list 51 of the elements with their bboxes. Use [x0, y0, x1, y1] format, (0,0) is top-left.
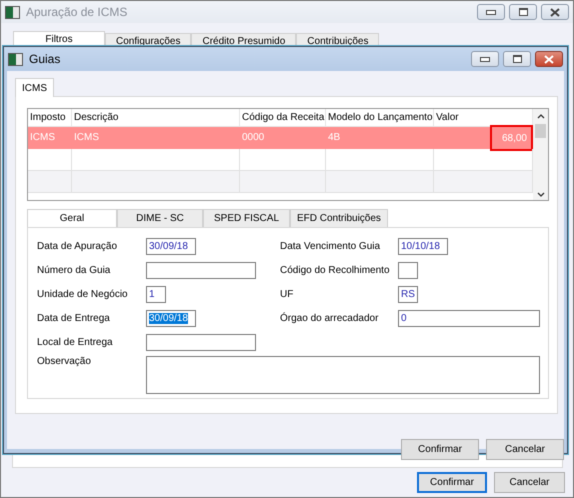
scrollbar[interactable] [533, 109, 548, 200]
table-cell: 0000 [240, 127, 326, 149]
input-field[interactable] [146, 262, 256, 278]
field-label: Órgao do arrecadador [280, 312, 380, 324]
field-label: Observação [37, 356, 92, 367]
input-field[interactable]: 0 [398, 310, 540, 326]
field-label: Unidade de Negócio [37, 288, 129, 300]
close-button[interactable] [535, 51, 563, 67]
text-area[interactable] [146, 356, 540, 394]
input-field[interactable]: 30/09/18 [146, 310, 196, 326]
input-field[interactable]: 10/10/18 [398, 238, 448, 254]
close-icon [544, 54, 554, 64]
confirm-button[interactable]: Confirmar [401, 439, 479, 460]
maximize-button[interactable] [509, 4, 537, 20]
field-label: Data de Apuração [37, 240, 118, 252]
tab[interactable]: Filtros [13, 31, 105, 45]
scroll-up-icon[interactable] [536, 114, 544, 119]
input-field[interactable]: 1 [146, 286, 166, 302]
minimize-button[interactable] [471, 51, 499, 67]
tab[interactable]: DIME - SC [117, 209, 203, 227]
window-title: Apuração de ICMS [26, 5, 128, 19]
window-icon [8, 52, 23, 66]
table-cell: ICMS [28, 127, 72, 149]
table-cell: 4B [326, 127, 434, 149]
dialog-title: Guias [29, 52, 62, 66]
table-cell: ICMS [72, 127, 240, 149]
cancel-button[interactable]: Cancelar [494, 472, 565, 493]
tab[interactable]: ICMS [15, 78, 54, 97]
field-label: Data de Entrega [37, 312, 111, 324]
close-icon [550, 8, 560, 16]
table-cell: 68,00 [490, 125, 533, 151]
scrollbar-thumb[interactable] [535, 124, 546, 138]
input-field[interactable] [146, 334, 256, 350]
tab[interactable]: Geral [27, 209, 117, 227]
field-label: Número da Guia [37, 264, 112, 276]
field-label: Data Vencimento Guia [280, 240, 382, 252]
input-field[interactable]: RS [398, 286, 418, 302]
confirm-button[interactable]: Confirmar [417, 472, 487, 493]
field-label: Local de Entrega [37, 336, 114, 348]
tab[interactable]: EFD Contribuições [290, 209, 388, 227]
input-field[interactable] [398, 262, 418, 278]
tab[interactable]: SPED FISCAL [203, 209, 290, 227]
close-button[interactable] [541, 4, 569, 20]
maximize-button[interactable] [503, 51, 531, 67]
minimize-button[interactable] [477, 4, 505, 20]
scroll-down-icon[interactable] [536, 192, 544, 197]
field-label: UF [280, 288, 294, 300]
input-field[interactable]: 30/09/18 [146, 238, 196, 254]
window-icon [5, 6, 20, 18]
field-label: Código do Recolhimento [280, 264, 391, 276]
cancel-button[interactable]: Cancelar [486, 439, 564, 460]
